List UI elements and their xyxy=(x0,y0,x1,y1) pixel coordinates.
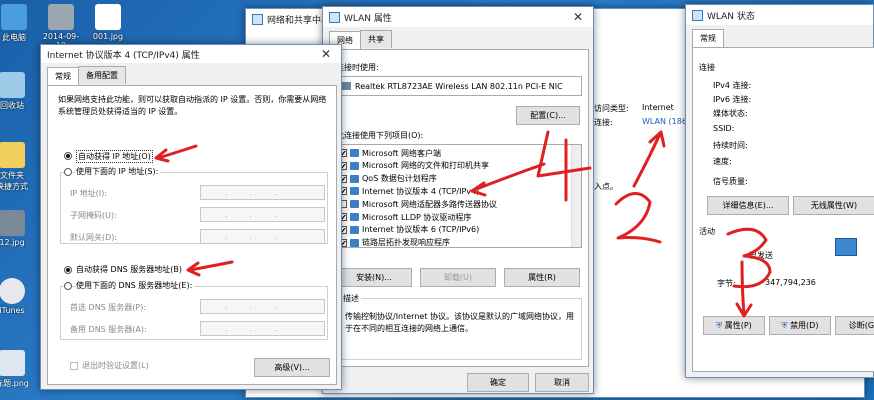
arrow-to-wlan-link xyxy=(632,130,666,188)
step-2-mark xyxy=(614,192,662,244)
step-3-mark xyxy=(726,227,772,289)
arrow-to-auto-ip xyxy=(154,144,198,163)
arrow-to-ipv4-item xyxy=(470,162,546,197)
step-4-mark xyxy=(536,130,592,202)
desktop: { "desktop": { "icons": [ {"label": "此电脑… xyxy=(0,0,874,400)
arrow-to-status-properties xyxy=(735,260,753,318)
annotation-layer xyxy=(154,130,772,318)
arrow-to-auto-dns xyxy=(186,260,234,277)
